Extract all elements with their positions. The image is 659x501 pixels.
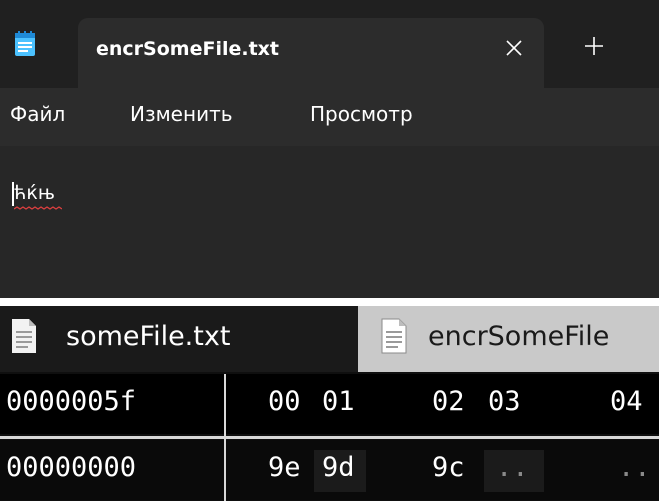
byte-cell[interactable]: 9d	[322, 452, 355, 483]
row-offset: 00000000	[6, 452, 137, 483]
byte-cell[interactable]: ..	[618, 452, 651, 483]
column-header: 04	[610, 386, 643, 417]
plus-icon[interactable]	[578, 30, 610, 62]
close-icon[interactable]	[498, 32, 530, 64]
tab-someFile[interactable]: someFile.txt	[0, 306, 358, 372]
byte-cell[interactable]: 9e	[268, 452, 301, 483]
file-icon	[381, 318, 407, 354]
column-header: 00	[268, 386, 301, 417]
notepad-window: encrSomeFile.txt Файл Изменить Просмотр …	[0, 0, 659, 298]
editor-content[interactable]: ћќњ	[14, 182, 55, 204]
column-header: 01	[322, 386, 355, 417]
menu-file[interactable]: Файл	[10, 102, 65, 126]
byte-cell[interactable]: 9c	[432, 452, 465, 483]
column-header: 02	[432, 386, 465, 417]
tab-encrSomeFile[interactable]: encrSomeFile	[358, 306, 659, 372]
hex-data-row: 00000000 9e 9d 9c .. ..	[0, 440, 659, 500]
tab-title: encrSomeFile	[428, 321, 610, 352]
tab-encrSomeFile[interactable]: encrSomeFile.txt	[78, 18, 544, 88]
menu-bar: Файл Изменить Просмотр	[0, 88, 659, 146]
file-icon	[12, 319, 36, 353]
tab-title: encrSomeFile.txt	[96, 38, 279, 60]
notepad-icon	[15, 31, 35, 56]
notepad-tab-bar: encrSomeFile.txt	[0, 0, 659, 88]
hex-editor-window: someFile.txt encrSomeFile 0000005f 00 01…	[0, 306, 659, 501]
tab-title: someFile.txt	[66, 321, 231, 352]
menu-view[interactable]: Просмотр	[310, 102, 413, 126]
byte-cell[interactable]: ..	[496, 452, 529, 483]
menu-edit[interactable]: Изменить	[130, 102, 233, 126]
grid-line-vertical	[224, 374, 226, 501]
header-offset: 0000005f	[6, 386, 137, 417]
grid-line-horizontal	[0, 436, 659, 439]
column-header: 03	[488, 386, 521, 417]
screenshot-divider	[0, 298, 659, 306]
hex-header-row: 0000005f 00 01 02 03 04	[0, 374, 659, 434]
text-editor[interactable]: ћќњ	[0, 146, 659, 298]
spellcheck-underline	[14, 206, 62, 210]
